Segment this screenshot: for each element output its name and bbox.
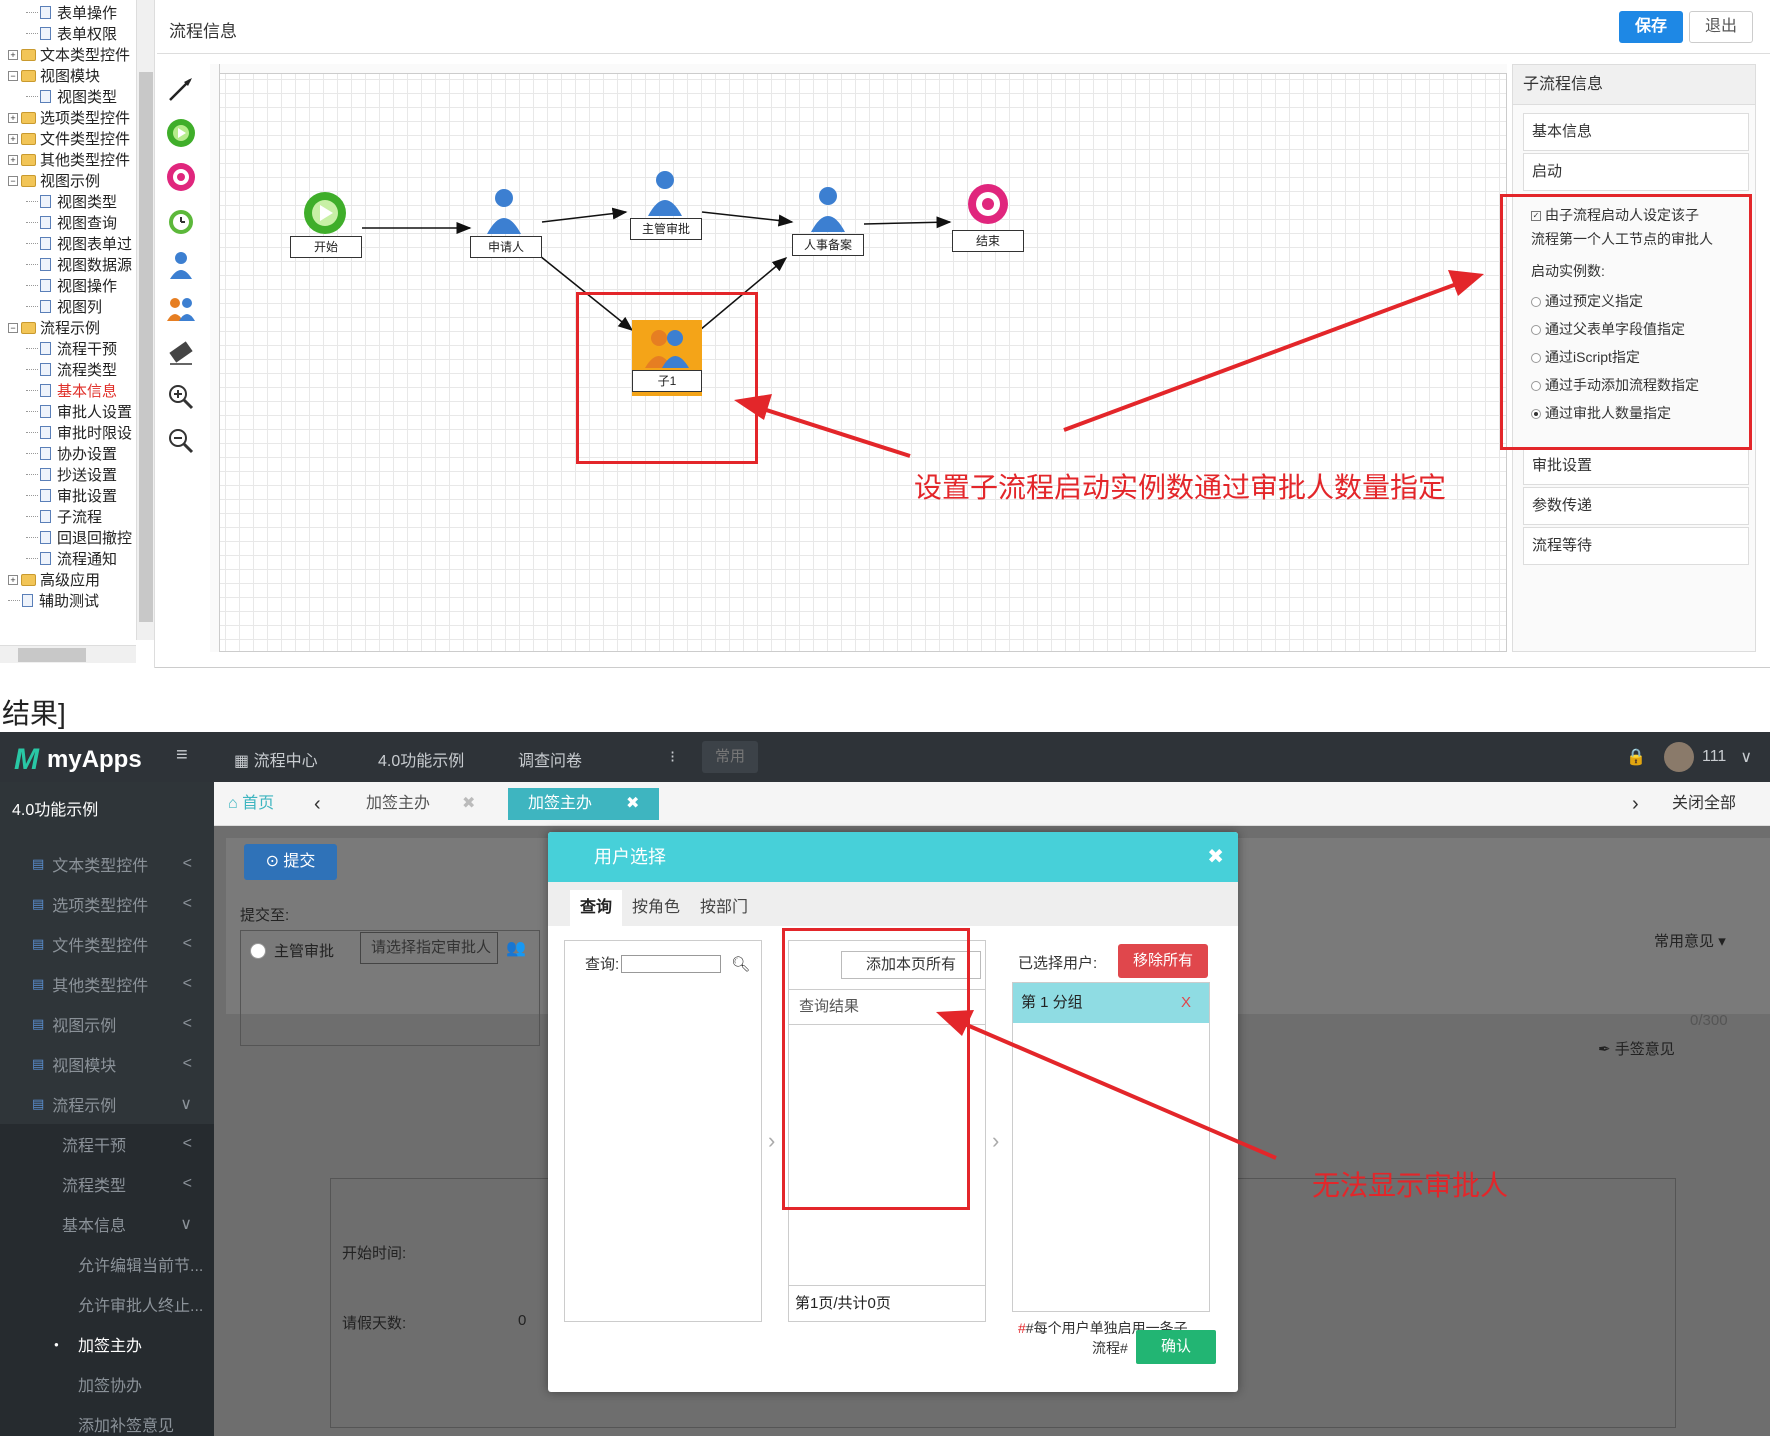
runtime-screenshot: MmyApps ≡ ▦ 流程中心 4.0功能示例 调查问卷 ⁝ 常用 🔒 111… [0,732,1770,1436]
annotation-arrow-bottom [936,1010,1277,1160]
annotation-text: 设置子流程启动实例数通过审批人数量指定 [914,472,1447,503]
annotation-arrow-right [1063,280,1463,432]
result-caption: 结果] [2,698,66,729]
annotation-text-bottom: 无法显示审批人 [1312,1170,1509,1201]
annotation-arrowhead-right [1448,270,1484,296]
annotation-arrow-left [759,406,911,458]
process-designer-screenshot: 表单操作 表单权限 + 文本类型控件 − 视图模块 视图类型 + 选项类型控件 + 文件类型控件 + 其… [0,0,1770,668]
annotation-arrows [734,270,1484,458]
annotation-arrowhead-left [734,394,772,420]
annotation-arrowhead [936,1010,974,1036]
annotation-arrow-line [959,1020,1277,1160]
